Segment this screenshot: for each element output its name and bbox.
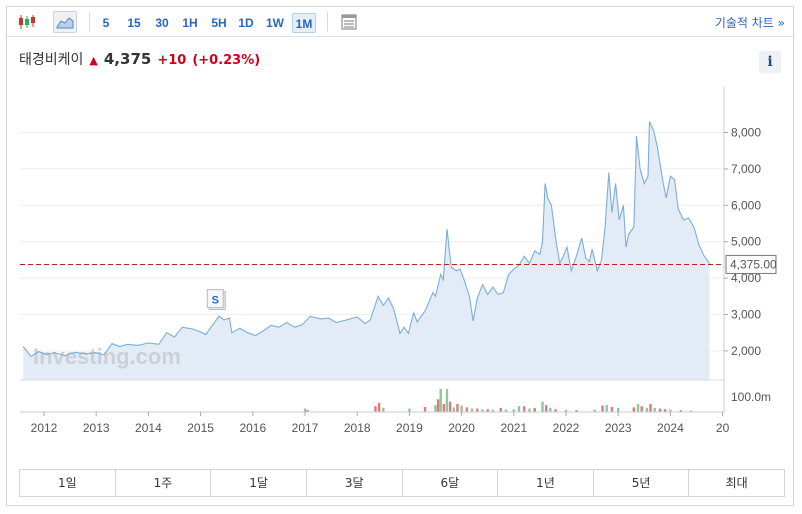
volume-bar <box>445 389 449 412</box>
price-chart: Investing.com 2,0003,0004,0005,0006,0007,… <box>20 87 777 435</box>
volume-bar <box>632 407 636 412</box>
x-tick-label: 2016 <box>239 421 266 435</box>
chart-widget: 5 15 30 1H 5H 1D 1W 1M 기술적 차트 » 태경비케이 ▲ … <box>6 6 794 506</box>
volume-bar <box>523 406 526 412</box>
range-6-month[interactable]: 6달 <box>403 470 499 496</box>
volume-bar <box>374 406 377 412</box>
volume-bar <box>408 408 411 412</box>
x-tick-label: 2018 <box>344 421 371 435</box>
x-tick-label: 2013 <box>83 421 110 435</box>
y-tick-label: 5,000 <box>731 235 761 249</box>
volume-bar <box>517 406 521 412</box>
volume-bar <box>610 406 614 412</box>
volume-bar <box>460 405 463 412</box>
x-tick-label: 20 <box>716 421 730 435</box>
volume-bar <box>658 408 662 412</box>
event-marker-label: S <box>212 295 219 307</box>
volume-bar <box>470 408 474 412</box>
volume-bar <box>452 407 455 412</box>
y-tick-label: 2,000 <box>731 344 761 358</box>
volume-bar <box>456 403 459 412</box>
y-tick-label: 8,000 <box>731 125 761 139</box>
volume-axis-label: 100.0m <box>731 390 771 404</box>
x-tick-label: 2014 <box>135 421 162 435</box>
range-max[interactable]: 최대 <box>689 470 784 496</box>
volume-bar <box>434 405 437 412</box>
current-price-label: 4,375.00 <box>730 257 777 271</box>
volume-bar <box>541 401 544 412</box>
x-tick-label: 2019 <box>396 421 423 435</box>
volume-bar <box>448 401 452 412</box>
volume-bar <box>439 389 442 412</box>
volume-bar <box>533 407 536 412</box>
x-tick-label: 2021 <box>500 421 527 435</box>
volume-bar <box>436 399 440 412</box>
volume-bar <box>476 408 479 412</box>
volume-bar <box>617 407 620 412</box>
volume-bar <box>442 403 446 412</box>
range-1-day[interactable]: 1일 <box>20 470 116 496</box>
volume-bar <box>640 406 643 412</box>
volume-bar <box>499 407 502 412</box>
x-tick-label: 2024 <box>657 421 684 435</box>
x-tick-label: 2017 <box>292 421 319 435</box>
volume-bar <box>645 407 649 412</box>
x-tick-label: 2012 <box>31 421 58 435</box>
y-tick-label: 6,000 <box>731 198 761 212</box>
x-tick-label: 2023 <box>605 421 632 435</box>
x-tick-label: 2015 <box>187 421 214 435</box>
y-tick-label: 7,000 <box>731 162 761 176</box>
range-1-year[interactable]: 1년 <box>498 470 594 496</box>
volume-bar <box>303 408 307 412</box>
y-tick-label: 3,000 <box>731 307 761 321</box>
volume-bar <box>649 403 652 412</box>
volume-bar <box>549 407 552 412</box>
volume-bar <box>465 407 469 412</box>
volume-bar <box>528 408 531 412</box>
volume-bar <box>636 403 640 412</box>
range-1-month[interactable]: 1달 <box>211 470 307 496</box>
volume-bar <box>653 407 656 412</box>
volume-bar <box>377 402 381 412</box>
watermark-logo: Investing.com <box>33 344 181 369</box>
range-5-year[interactable]: 5년 <box>594 470 690 496</box>
volume-bar <box>544 405 548 412</box>
range-3-month[interactable]: 3달 <box>307 470 403 496</box>
range-selector: 1일 1주 1달 3달 6달 1년 5년 최대 <box>19 469 785 497</box>
x-tick-label: 2022 <box>553 421 580 435</box>
x-tick-label: 2020 <box>448 421 475 435</box>
volume-bar <box>605 405 608 412</box>
volume-bar <box>601 405 604 412</box>
range-1-week[interactable]: 1주 <box>116 470 212 496</box>
volume-bar <box>423 406 427 412</box>
volume-bar <box>382 407 385 412</box>
